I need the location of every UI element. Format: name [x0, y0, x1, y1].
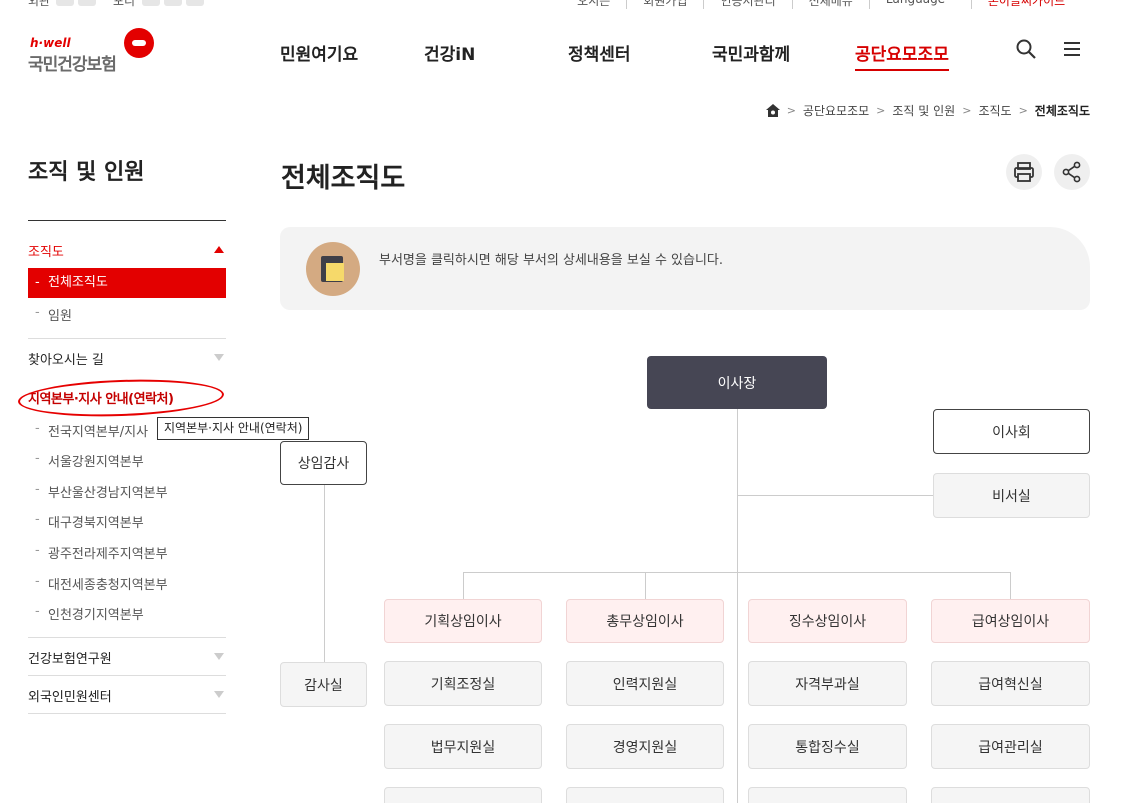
sidebar-item-executives[interactable]: 임원 [28, 305, 226, 324]
utility-link[interactable]: 오시는 [561, 0, 626, 9]
sidebar-group-org[interactable]: 조직도 [28, 241, 226, 260]
zoom-reset-button[interactable] [186, 0, 204, 6]
breadcrumb-item[interactable]: 조직도 [978, 102, 1011, 119]
org-box-audit-office[interactable]: 감사실 [280, 662, 367, 707]
org-box-secretary[interactable]: 비서실 [933, 473, 1090, 518]
tooltip: 지역본부·지사 안내(연락처) [157, 417, 310, 440]
zoom-out-button[interactable] [164, 0, 182, 6]
sidebar-top-divider [28, 220, 226, 221]
share-button[interactable] [1054, 154, 1090, 190]
connector-line [463, 572, 1011, 573]
utility-link[interactable]: 회원가입 [626, 0, 703, 9]
font-size-label: 외관 [28, 0, 51, 8]
org-box-department[interactable]: 급여관리실 [931, 724, 1090, 769]
sidebar-item-region[interactable]: 인천경기지역본부 [28, 604, 226, 623]
sidebar-group-label: 외국인민원센터 [28, 690, 112, 705]
main-navigation: 민원여기요 건강iN 정책센터 국민과함께 공단요모조모 [0, 40, 1143, 71]
org-box-department-partial[interactable] [748, 787, 907, 803]
nav-item[interactable]: 민원여기요 [280, 40, 358, 65]
search-icon[interactable] [1015, 38, 1037, 60]
notice-text: 부서명을 클릭하시면 해당 부서의 상세내용을 보실 수 있습니다. [379, 253, 724, 268]
sidebar-item-region[interactable]: 대전세종충청지역본부 [28, 574, 226, 593]
connector-line [463, 572, 464, 599]
sidebar-item-region[interactable]: 부산울산경남지역본부 [28, 482, 226, 501]
page-title: 전체조직도 [281, 163, 406, 194]
org-box-department-partial[interactable] [566, 787, 724, 803]
divider [28, 637, 226, 638]
org-box-department[interactable]: 통합징수실 [748, 724, 907, 769]
sidebar-group-label: 건강보험연구원 [28, 652, 112, 667]
divider [28, 675, 226, 676]
sidebar-group-foreigner[interactable]: 외국인민원센터 [28, 686, 226, 705]
font-increase-button[interactable] [56, 0, 74, 6]
connector-line [1010, 572, 1011, 599]
nav-item[interactable]: 정책센터 [568, 40, 631, 65]
print-label: 포디 [113, 0, 136, 8]
caret-up-icon [214, 246, 224, 253]
sidebar-item-region[interactable]: 서울강원지역본부 [28, 451, 226, 470]
utility-link[interactable]: 전체메뉴 [791, 0, 869, 9]
sidebar-group-label: 찾아오시는 길 [28, 353, 104, 368]
print-button[interactable] [1006, 154, 1042, 190]
utility-bar: 외관 포디 오시는 회원가입 인증서관리 전체메뉴 Language ˅ 본이글… [0, 0, 1143, 9]
org-box-department[interactable]: 법무지원실 [384, 724, 542, 769]
connector-line [737, 409, 738, 803]
hand-drawn-annotation [17, 376, 225, 420]
org-box-auditor[interactable]: 상임감사 [280, 441, 367, 485]
nav-item[interactable]: 건강iN [424, 40, 475, 65]
menu-icon[interactable] [1061, 38, 1083, 60]
nav-item[interactable]: 국민과함께 [712, 40, 790, 65]
chevron-right-icon: > [962, 104, 972, 117]
breadcrumb-current: 전체조직도 [1034, 104, 1090, 118]
home-icon[interactable] [765, 104, 780, 117]
org-box-department[interactable]: 자격부과실 [748, 661, 907, 706]
sidebar-group-directions[interactable]: 찾아오시는 길 [28, 349, 226, 368]
notice-box: 부서명을 클릭하시면 해당 부서의 상세내용을 보실 수 있습니다. [280, 227, 1090, 310]
font-decrease-button[interactable] [78, 0, 96, 6]
font-guide-link[interactable]: 본이글씨가이드 ˅ [970, 0, 1091, 9]
org-box-board[interactable]: 이사회 [933, 409, 1090, 454]
breadcrumb-item[interactable]: 조직 및 인원 [892, 102, 955, 119]
print-icon [1014, 162, 1034, 182]
org-box-director[interactable]: 급여상임이사 [931, 599, 1090, 643]
divider [28, 338, 226, 339]
share-icon [1062, 161, 1081, 183]
connector-line [324, 485, 325, 662]
sidebar-item-region[interactable]: 광주전라제주지역본부 [28, 543, 226, 562]
zoom-in-button[interactable] [142, 0, 160, 6]
document-click-icon [306, 242, 360, 296]
chevron-right-icon: > [1018, 104, 1028, 117]
chevron-right-icon: > [786, 104, 796, 117]
utility-links: 오시는 회원가입 인증서관리 전체메뉴 Language ˅ 본이글씨가이드 ˅ [561, 0, 1091, 9]
divider [28, 713, 226, 714]
nav-item-active[interactable]: 공단요모조모 [855, 40, 949, 71]
sidebar-item-all-org[interactable]: 전체조직도 [28, 268, 226, 298]
org-box-director[interactable]: 총무상임이사 [566, 599, 724, 643]
org-box-director[interactable]: 기획상임이사 [384, 599, 542, 643]
sidebar-item-region[interactable]: 대구경북지역본부 [28, 512, 226, 531]
org-box-department-partial[interactable] [931, 787, 1090, 803]
chevron-right-icon: > [876, 104, 886, 117]
language-link[interactable]: Language ˅ [868, 0, 971, 9]
org-box-department-partial[interactable] [384, 787, 542, 803]
caret-down-icon [214, 653, 224, 660]
org-box-director[interactable]: 징수상임이사 [748, 599, 907, 643]
org-box-department[interactable]: 기획조정실 [384, 661, 542, 706]
sidebar-title: 조직 및 인원 [28, 160, 145, 185]
caret-down-icon [214, 691, 224, 698]
connector-line [737, 495, 933, 496]
sidebar-group-label: 조직도 [28, 245, 64, 260]
org-box-chairman[interactable]: 이사장 [647, 356, 827, 409]
breadcrumb-item[interactable]: 공단요모조모 [803, 102, 869, 119]
org-box-department[interactable]: 급여혁신실 [931, 661, 1090, 706]
breadcrumb: > 공단요모조모 > 조직 및 인원 > 조직도 > 전체조직도 [765, 102, 1090, 119]
connector-line [645, 572, 646, 599]
caret-down-icon [214, 354, 224, 361]
sidebar-group-research[interactable]: 건강보험연구원 [28, 648, 226, 667]
org-box-department[interactable]: 인력지원실 [566, 661, 724, 706]
org-box-department[interactable]: 경영지원실 [566, 724, 724, 769]
utility-link[interactable]: 인증서관리 [703, 0, 791, 9]
